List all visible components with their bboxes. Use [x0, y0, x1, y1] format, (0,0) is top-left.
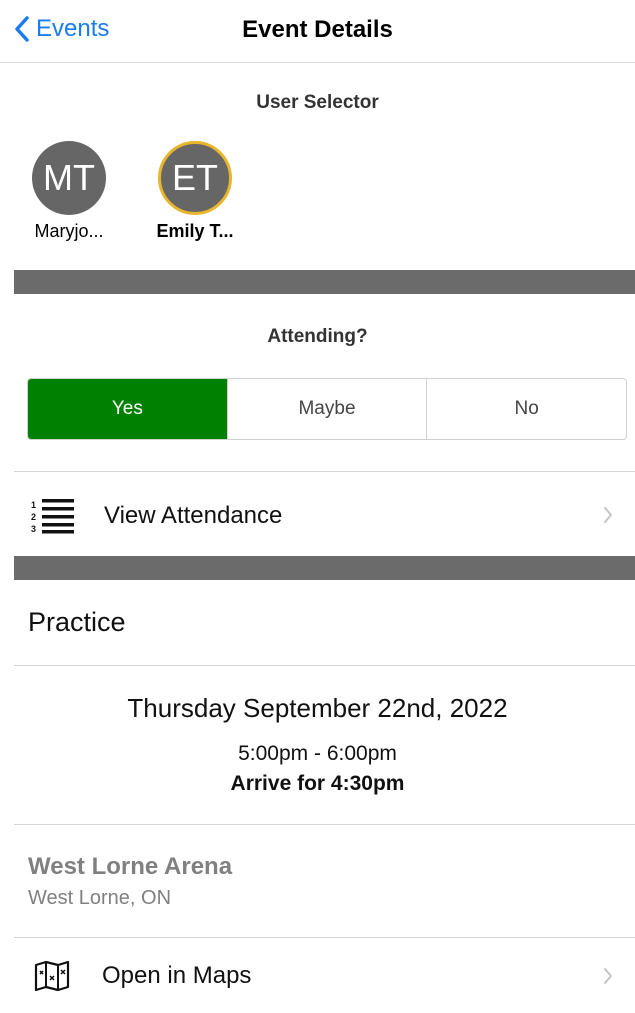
user-option-mt[interactable]: MT Maryjo... [14, 141, 124, 242]
svg-text:2: 2 [31, 512, 36, 522]
attending-yes-button[interactable]: Yes [28, 379, 228, 439]
event-time: 5:00pm - 6:00pm [238, 742, 397, 765]
svg-text:3: 3 [31, 524, 36, 534]
avatar: MT [32, 141, 106, 215]
venue-city: West Lorne, ON [28, 887, 172, 909]
user-name: Emily T... [156, 221, 234, 241]
user-name: Maryjo... [34, 221, 104, 241]
page-title: Event Details [242, 16, 393, 43]
section-divider [14, 270, 635, 294]
view-attendance-row[interactable]: 1 2 3 View Attendance [14, 473, 635, 559]
chevron-right-icon [604, 507, 612, 523]
row-separator [14, 824, 635, 825]
view-attendance-label: View Attendance [104, 502, 283, 529]
event-type: Practice [28, 607, 126, 637]
user-selector-title: User Selector [256, 92, 379, 113]
open-in-maps-label: Open in Maps [102, 961, 252, 989]
chevron-right-icon [604, 968, 612, 984]
map-icon [34, 960, 70, 991]
attending-title: Attending? [267, 326, 368, 347]
section-divider [14, 556, 635, 580]
avatar-selected: ET [158, 141, 232, 215]
numbered-list-icon: 1 2 3 [31, 499, 74, 534]
user-option-et[interactable]: ET Emily T... [140, 141, 250, 242]
svg-text:1: 1 [31, 500, 36, 510]
attending-maybe-button[interactable]: Maybe [228, 379, 428, 439]
row-separator [14, 665, 635, 666]
attending-segmented-control: Yes Maybe No [27, 378, 627, 440]
venue-name: West Lorne Arena [28, 853, 233, 880]
event-date: Thursday September 22nd, 2022 [127, 693, 508, 723]
nav-bar: Events Event Details [0, 0, 635, 63]
attending-no-button[interactable]: No [427, 379, 626, 439]
arrive-time: Arrive for 4:30pm [230, 772, 405, 795]
row-separator [14, 471, 635, 472]
open-in-maps-row[interactable]: Open in Maps [14, 938, 635, 1013]
